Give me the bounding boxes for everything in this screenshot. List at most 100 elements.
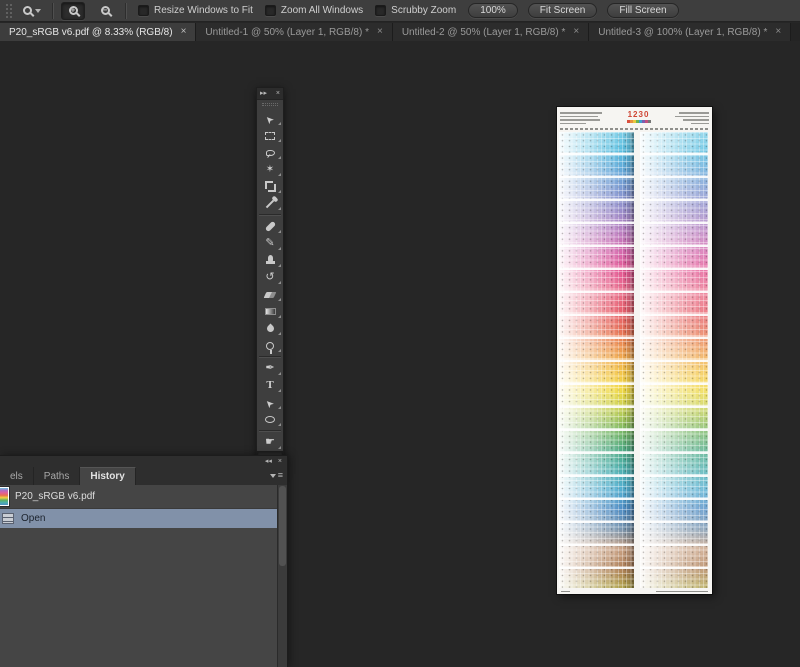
zoom-100-button[interactable]: 100% (468, 3, 518, 18)
eyedropper-tool[interactable] (257, 195, 283, 212)
panel-tab-history[interactable]: History (80, 467, 135, 485)
collapse-panel-icon[interactable]: ◂◂ (265, 458, 272, 465)
snapshot-name: P20_sRGB v6.pdf (15, 491, 95, 502)
history-snapshot-row[interactable]: P20_sRGB v6.pdf (0, 485, 277, 509)
tool-group-divider (259, 356, 281, 358)
collapse-panel-icon[interactable]: ▸▸ (260, 90, 267, 97)
history-state-row[interactable]: Open (0, 509, 277, 528)
hand-tool[interactable]: ☛ (257, 434, 283, 451)
document-tab-0[interactable]: P20_sRGB v6.pdf @ 8.33% (RGB/8)× (0, 23, 196, 41)
gradient-tool-icon (265, 308, 276, 315)
history-state-label: Open (21, 513, 45, 524)
chart-footer-microtext (561, 590, 708, 593)
options-bar: + − Resize Windows to Fit Zoom All Windo… (0, 0, 800, 22)
history-state-icon (2, 513, 14, 524)
panel-tab-paths[interactable]: Paths (34, 467, 81, 485)
clone-stamp-tool-icon (266, 261, 275, 264)
magnifier-icon (23, 6, 32, 15)
tools-panel-header: ▸▸ × (257, 88, 283, 100)
scrubby-zoom-checkbox-group: Scrubby Zoom (375, 5, 456, 16)
history-scrollbar[interactable] (277, 485, 287, 667)
zoom-in-button[interactable]: + (61, 2, 85, 20)
crop-tool-icon (266, 182, 275, 191)
tools-panel-grip[interactable] (257, 100, 283, 108)
chart-logo: 1230 (627, 110, 651, 127)
history-brush-tool[interactable]: ↺ (257, 269, 283, 286)
chart-header: 1230 (560, 110, 709, 127)
photoshop-window: + − Resize Windows to Fit Zoom All Windo… (0, 0, 800, 667)
tool-group-divider (259, 214, 281, 216)
lasso-tool[interactable] (257, 144, 283, 161)
document-tab-3[interactable]: Untitled-3 @ 100% (Layer 1, RGB/8) *× (589, 23, 791, 41)
blur-tool[interactable] (257, 320, 283, 337)
panel-menu-icon[interactable]: ≡ (270, 471, 283, 480)
crop-tool[interactable] (257, 178, 283, 195)
zoom-tool-preset[interactable] (20, 4, 44, 17)
document-tab-1[interactable]: Untitled-1 @ 50% (Layer 1, RGB/8) * × (196, 23, 392, 41)
magic-wand-tool[interactable]: ✶ (257, 161, 283, 178)
swatch-grid-area (557, 132, 712, 588)
clone-stamp-tool[interactable] (257, 252, 283, 269)
scrubby-zoom-checkbox[interactable] (375, 5, 386, 16)
zoom-all-windows-checkbox[interactable] (265, 5, 276, 16)
healing-brush-tool[interactable] (257, 218, 283, 235)
healing-brush-tool-icon (264, 221, 275, 232)
zoom-out-button[interactable]: − (93, 2, 117, 20)
close-panel-icon[interactable]: × (276, 90, 280, 97)
tool-group-divider (259, 430, 281, 432)
eyedropper-tool-icon (266, 199, 274, 207)
canvas-area[interactable]: 1230 ▸▸ × ➤ ✶ ✎ ↺ (0, 41, 800, 667)
document-tab-2[interactable]: Untitled-2 @ 50% (Layer 1, RGB/8) * × (393, 23, 589, 41)
chart-logo-text: 1230 (628, 111, 650, 119)
history-brush-tool-icon: ↺ (265, 272, 274, 283)
dodge-tool-icon (266, 342, 274, 350)
brush-tool-icon: ✎ (265, 238, 274, 249)
close-tab-icon[interactable]: × (775, 27, 781, 37)
options-bar-grip[interactable] (6, 4, 12, 18)
marquee-tool[interactable] (257, 127, 283, 144)
document-tab-title: Untitled-2 @ 50% (Layer 1, RGB/8) * (402, 27, 566, 38)
swatch-column-left (559, 132, 634, 588)
eraser-tool-icon (264, 292, 277, 298)
close-tab-icon[interactable]: × (377, 27, 383, 37)
chart-logo-color-strip (627, 120, 651, 123)
shape-tool[interactable] (257, 411, 283, 428)
shape-tool-icon (265, 416, 275, 423)
zoom-all-windows-label: Zoom All Windows (281, 5, 363, 16)
zoom-buttons-row: 100% Fit Screen Fill Screen (468, 3, 678, 18)
move-tool[interactable]: ➤ (257, 110, 283, 127)
header-microtext-left (560, 110, 602, 127)
gradient-tool[interactable] (257, 303, 283, 320)
path-selection-tool-icon: ➤ (263, 396, 276, 409)
eraser-tool[interactable] (257, 286, 283, 303)
fill-screen-button[interactable]: Fill Screen (607, 3, 678, 18)
scrubby-zoom-label: Scrubby Zoom (391, 5, 456, 16)
fit-screen-button[interactable]: Fit Screen (528, 3, 598, 18)
close-tab-icon[interactable]: × (573, 27, 579, 37)
history-panel: ◂◂ × elsPathsHistory ≡ P20_sRGB v6.pdf O… (0, 455, 288, 667)
header-microtext-right (675, 110, 709, 127)
document-page-color-chart[interactable]: 1230 (557, 107, 712, 594)
pen-tool-icon: ✒ (265, 363, 274, 374)
path-selection-tool[interactable]: ➤ (257, 394, 283, 411)
document-tab-title: Untitled-1 @ 50% (Layer 1, RGB/8) * (205, 27, 369, 38)
close-panel-icon[interactable]: × (278, 458, 282, 465)
chart-column-header-row (560, 128, 709, 130)
resize-windows-checkbox[interactable] (138, 5, 149, 16)
pen-tool[interactable]: ✒ (257, 360, 283, 377)
lasso-tool-icon (266, 150, 275, 156)
resize-windows-label: Resize Windows to Fit (154, 5, 253, 16)
chevron-down-icon (35, 9, 41, 13)
zoom-all-windows-checkbox-group: Zoom All Windows (265, 5, 363, 16)
close-tab-icon[interactable]: × (181, 27, 187, 37)
dodge-tool[interactable] (257, 337, 283, 354)
brush-tool[interactable]: ✎ (257, 235, 283, 252)
history-panel-body: P20_sRGB v6.pdf Open (0, 485, 277, 667)
separator (125, 3, 126, 19)
document-tab-bar: P20_sRGB v6.pdf @ 8.33% (RGB/8)×Untitled… (0, 23, 800, 41)
swatch-column-right (640, 132, 708, 588)
panel-tab-els[interactable]: els (0, 467, 34, 485)
blur-tool-icon (265, 324, 275, 334)
type-tool[interactable]: T (257, 377, 283, 394)
scrollbar-thumb[interactable] (279, 486, 286, 566)
